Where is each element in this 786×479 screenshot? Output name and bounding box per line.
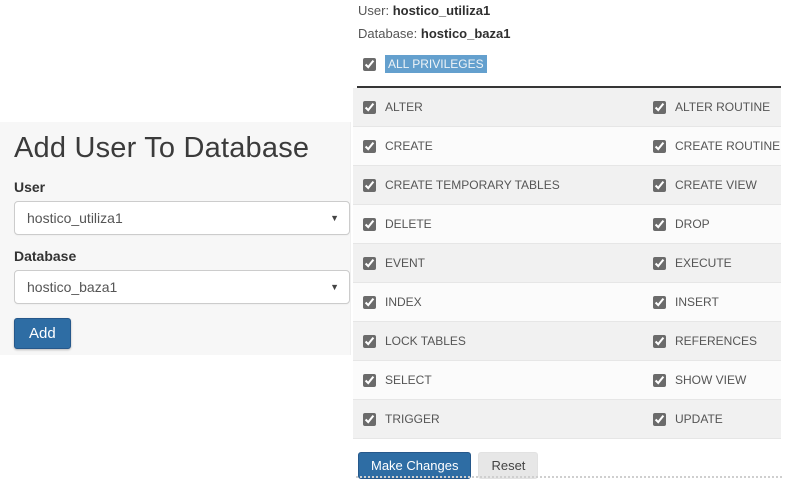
privilege-checkbox-insert[interactable] <box>653 295 666 309</box>
privilege-row: TRIGGER UPDATE <box>353 400 781 439</box>
privilege-label-show-view: SHOW VIEW <box>675 373 747 387</box>
database-info-line: Database: hostico_baza1 <box>358 26 780 42</box>
privilege-checkbox-execute[interactable] <box>653 256 666 270</box>
user-field-label: User <box>14 179 46 196</box>
privilege-label-event: EVENT <box>385 256 426 270</box>
privilege-label-update: UPDATE <box>675 412 723 426</box>
privilege-checkbox-event[interactable] <box>363 256 376 270</box>
privileges-header: User: hostico_utiliza1 Database: hostico… <box>352 0 786 42</box>
privilege-label-lock-tables: LOCK TABLES <box>385 334 466 348</box>
user-select[interactable]: hostico_utiliza1 ▼ <box>14 201 350 236</box>
privilege-label-delete: DELETE <box>385 217 432 231</box>
privilege-cell-update: UPDATE <box>643 412 781 426</box>
privilege-label-drop: DROP <box>675 217 710 231</box>
privilege-cell-references: REFERENCES <box>643 334 781 348</box>
privilege-cell-alter-routine: ALTER ROUTINE <box>643 100 781 114</box>
all-privileges-row: ALL PRIVILEGES <box>352 55 786 73</box>
privilege-label-create-temporary-tables: CREATE TEMPORARY TABLES <box>385 178 560 192</box>
privilege-cell-alter: ALTER <box>353 100 643 114</box>
privilege-checkbox-alter-routine[interactable] <box>653 100 666 114</box>
privilege-row: EVENT EXECUTE <box>353 244 781 283</box>
privilege-cell-create-view: CREATE VIEW <box>643 178 781 192</box>
privilege-label-select: SELECT <box>385 373 432 387</box>
add-button[interactable]: Add <box>14 318 71 350</box>
privileges-actions: Make Changes Reset <box>352 452 786 479</box>
make-changes-button[interactable]: Make Changes <box>358 452 472 479</box>
privilege-checkbox-show-view[interactable] <box>653 373 666 387</box>
privilege-cell-create-routine: CREATE ROUTINE <box>643 139 781 153</box>
database-info-value: hostico_baza1 <box>420 26 511 41</box>
privilege-cell-insert: INSERT <box>643 295 781 309</box>
privilege-label-insert: INSERT <box>675 295 719 309</box>
privilege-row: ALTER ALTER ROUTINE <box>353 88 781 127</box>
privilege-checkbox-create-temporary-tables[interactable] <box>363 178 376 192</box>
add-user-to-database-section: Add User To Database User hostico_utiliz… <box>0 0 352 479</box>
privilege-label-alter-routine: ALTER ROUTINE <box>675 100 771 114</box>
privilege-label-references: REFERENCES <box>675 334 758 348</box>
privilege-cell-event: EVENT <box>353 256 643 270</box>
privilege-cell-trigger: TRIGGER <box>353 412 643 426</box>
privileges-table: ALTER ALTER ROUTINE CREATE CREATE ROUTINE CR… <box>353 88 781 439</box>
privilege-label-create-view: CREATE VIEW <box>675 178 757 192</box>
privilege-cell-index: INDEX <box>353 295 643 309</box>
chevron-down-icon: ▼ <box>330 282 339 293</box>
privilege-cell-create-temporary-tables: CREATE TEMPORARY TABLES <box>353 178 643 192</box>
privilege-row: DELETE DROP <box>353 205 781 244</box>
section-bottom-divider <box>356 476 782 478</box>
privilege-checkbox-create-view[interactable] <box>653 178 666 192</box>
privilege-cell-drop: DROP <box>643 217 781 231</box>
privilege-row: CREATE CREATE ROUTINE <box>353 127 781 166</box>
all-privileges-checkbox[interactable] <box>363 57 376 71</box>
privilege-checkbox-create-routine[interactable] <box>653 139 666 153</box>
privilege-row: SELECT SHOW VIEW <box>353 361 781 400</box>
privilege-row: LOCK TABLES REFERENCES <box>353 322 781 361</box>
privilege-label-execute: EXECUTE <box>675 256 732 270</box>
privilege-label-create-routine: CREATE ROUTINE <box>675 139 781 153</box>
privilege-label-index: INDEX <box>385 295 422 309</box>
privilege-checkbox-delete[interactable] <box>363 217 376 231</box>
user-info-line: User: hostico_utiliza1 <box>358 3 780 19</box>
database-field-label: Database <box>14 248 77 265</box>
database-info-label: Database: <box>358 26 418 41</box>
database-select[interactable]: hostico_baza1 ▼ <box>14 270 350 305</box>
privilege-cell-create: CREATE <box>353 139 643 153</box>
privilege-cell-execute: EXECUTE <box>643 256 781 270</box>
privilege-cell-show-view: SHOW VIEW <box>643 373 781 387</box>
manage-privileges-section: User: hostico_utiliza1 Database: hostico… <box>352 0 786 479</box>
privilege-label-create: CREATE <box>385 139 433 153</box>
privilege-checkbox-update[interactable] <box>653 412 666 426</box>
privilege-checkbox-drop[interactable] <box>653 217 666 231</box>
chevron-down-icon: ▼ <box>330 213 339 224</box>
reset-button[interactable]: Reset <box>478 452 539 479</box>
user-info-value: hostico_utiliza1 <box>392 3 491 18</box>
privilege-checkbox-trigger[interactable] <box>363 412 376 426</box>
privilege-checkbox-alter[interactable] <box>363 100 376 114</box>
add-user-form: Add User To Database User hostico_utiliz… <box>0 122 351 355</box>
privilege-label-alter: ALTER <box>385 100 423 114</box>
privilege-row: CREATE TEMPORARY TABLES CREATE VIEW <box>353 166 781 205</box>
user-info-label: User: <box>358 3 390 18</box>
privilege-cell-select: SELECT <box>353 373 643 387</box>
privilege-cell-lock-tables: LOCK TABLES <box>353 334 643 348</box>
privilege-checkbox-index[interactable] <box>363 295 376 309</box>
privilege-checkbox-create[interactable] <box>363 139 376 153</box>
database-select-value: hostico_baza1 <box>27 279 118 296</box>
page-title: Add User To Database <box>14 132 310 164</box>
privilege-checkbox-references[interactable] <box>653 334 666 348</box>
user-select-value: hostico_utiliza1 <box>27 210 123 227</box>
privilege-checkbox-select[interactable] <box>363 373 376 387</box>
all-privileges-label: ALL PRIVILEGES <box>385 55 487 73</box>
privilege-label-trigger: TRIGGER <box>385 412 440 426</box>
privilege-row: INDEX INSERT <box>353 283 781 322</box>
privilege-cell-delete: DELETE <box>353 217 643 231</box>
privilege-checkbox-lock-tables[interactable] <box>363 334 376 348</box>
